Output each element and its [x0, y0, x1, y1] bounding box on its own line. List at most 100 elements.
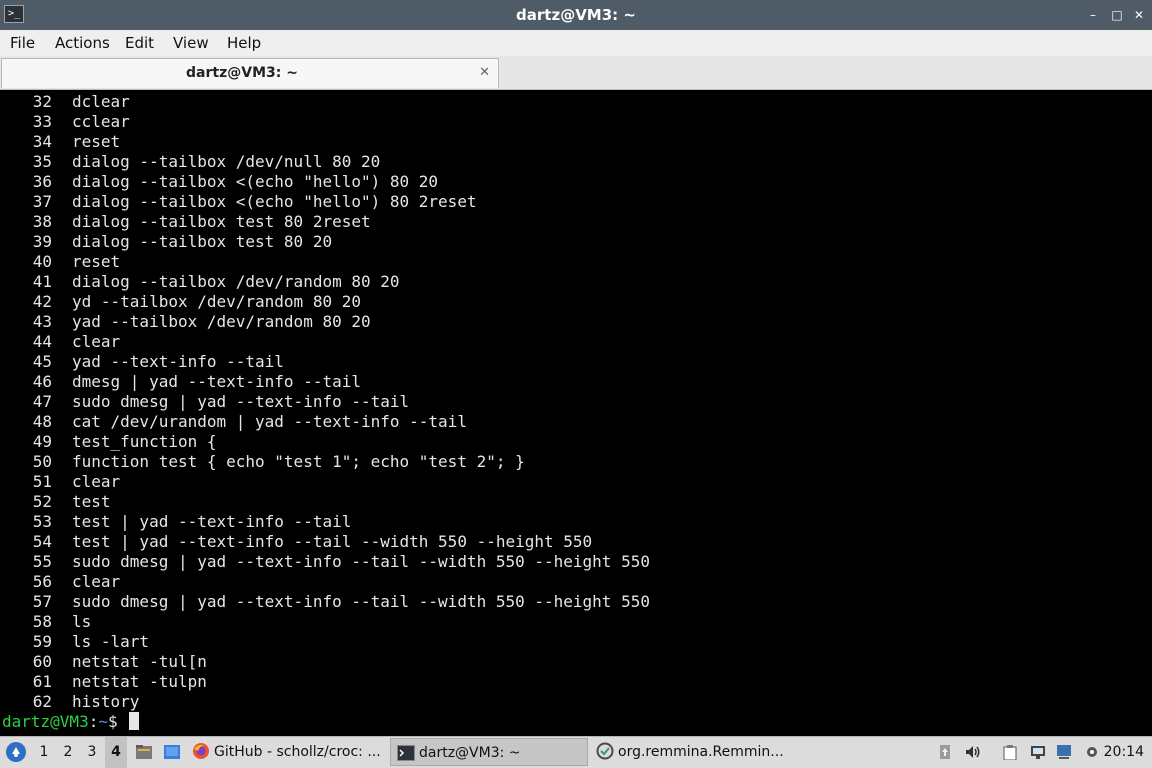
history-number: 53 — [32, 512, 52, 531]
clock[interactable]: 20:14 — [1104, 737, 1144, 768]
history-command: cclear — [72, 112, 130, 131]
history-line: 35 dialog --tailbox /dev/null 80 20 — [0, 152, 650, 172]
history-line: 42 yd --tailbox /dev/random 80 20 — [0, 292, 650, 312]
history-number: 45 — [32, 352, 52, 371]
history-command: clear — [72, 572, 121, 591]
history-number: 55 — [32, 552, 52, 571]
clipboard-icon[interactable] — [1002, 744, 1018, 761]
history-command: clear — [72, 472, 121, 491]
history-command: dialog --tailbox test 80 20 — [72, 232, 333, 251]
menu-actions[interactable]: Actions — [55, 30, 110, 56]
history-command: netstat -tul[n — [72, 652, 207, 671]
task-remmina-label: org.remmina.Remmin... — [618, 744, 784, 760]
network-icon[interactable] — [1030, 744, 1046, 760]
minimize-button[interactable]: – — [1082, 0, 1104, 30]
maximize-button[interactable]: □ — [1106, 0, 1128, 30]
terminal-output[interactable]: 32 dclear 33 cclear 34 reset 35 dialog --tailbo… — [0, 90, 1152, 736]
history-number: 54 — [32, 532, 52, 551]
history-command: dmesg | yad --text-info --tail — [72, 372, 361, 391]
workspace-1[interactable]: 1 — [33, 737, 55, 768]
history-line: 53 test | yad --text-info --tail — [0, 512, 650, 532]
prompt-separator: : — [88, 712, 99, 731]
task-remmina[interactable]: org.remmina.Remmin... — [596, 738, 796, 766]
history-number: 44 — [32, 332, 52, 351]
history-command: yd --tailbox /dev/random 80 20 — [72, 292, 361, 311]
history-line: 37 dialog --tailbox <(echo "hello") 80 2r… — [0, 192, 650, 212]
history-command: history — [72, 692, 140, 711]
history-line: 60 netstat -tul[n — [0, 652, 650, 672]
firefox-icon — [192, 742, 210, 760]
terminal-icon — [397, 745, 415, 763]
history-number: 47 — [32, 392, 52, 411]
history-line: 58 ls — [0, 612, 650, 632]
history-number: 50 — [32, 452, 52, 471]
history-line: 45 yad --text-info --tail — [0, 352, 650, 372]
power-icon[interactable] — [1084, 744, 1100, 760]
workspace-4[interactable]: 4 — [105, 737, 127, 768]
prompt-symbol: $ — [107, 712, 128, 731]
history-command: sudo dmesg | yad --text-info --tail — [72, 392, 410, 411]
history-command: test — [72, 492, 111, 511]
prompt-path: ~ — [98, 712, 108, 731]
history-number: 42 — [32, 292, 52, 311]
history-line: 54 test | yad --text-info --tail --width … — [0, 532, 650, 552]
history-line: 51 clear — [0, 472, 650, 492]
menu-file[interactable]: File — [10, 30, 35, 56]
notification-icon[interactable] — [1056, 744, 1072, 760]
history-number: 39 — [32, 232, 52, 251]
task-terminal-label: dartz@VM3: ~ — [419, 745, 521, 761]
menu-help[interactable]: Help — [227, 30, 261, 56]
command-prompt[interactable]: dartz@VM3:~$ — [2, 712, 140, 732]
history-line: 59 ls -lart — [0, 632, 650, 652]
history-command: clear — [72, 332, 121, 351]
tab-label: dartz@VM3: ~ — [186, 65, 298, 81]
history-line: 46 dmesg | yad --text-info --tail — [0, 372, 650, 392]
history-command: sudo dmesg | yad --text-info --tail --wi… — [72, 592, 650, 611]
history-command: ls -lart — [72, 632, 150, 651]
history-command: dclear — [72, 92, 130, 111]
history-number: 60 — [32, 652, 52, 671]
history-number: 52 — [32, 492, 52, 511]
workspace-2[interactable]: 2 — [57, 737, 79, 768]
task-firefox[interactable]: GitHub - schollz/croc: ... — [192, 738, 386, 766]
menu-bar: File Actions Edit View Help — [0, 30, 1152, 56]
close-window-button[interactable]: ✕ — [1128, 0, 1150, 30]
volume-icon[interactable] — [965, 744, 981, 760]
file-manager-icon[interactable] — [135, 743, 153, 761]
history-command: function test { echo "test 1"; echo "tes… — [72, 452, 525, 471]
history-number: 38 — [32, 212, 52, 231]
tab-close-icon[interactable]: ✕ — [479, 59, 490, 87]
task-terminal[interactable]: dartz@VM3: ~ — [390, 738, 588, 766]
start-menu-icon[interactable] — [6, 742, 26, 762]
history-number: 58 — [32, 612, 52, 631]
history-line: 52 test — [0, 492, 650, 512]
window-titlebar[interactable]: >_ dartz@VM3: ~ – □ ✕ — [0, 0, 1152, 30]
history-number: 34 — [32, 132, 52, 151]
history-line: 39 dialog --tailbox test 80 20 — [0, 232, 650, 252]
show-desktop-icon[interactable] — [163, 743, 181, 761]
task-firefox-label: GitHub - schollz/croc: ... — [214, 744, 381, 760]
history-command: dialog --tailbox <(echo "hello") 80 2res… — [72, 192, 477, 211]
history-number: 48 — [32, 412, 52, 431]
history-line: 33 cclear — [0, 112, 650, 132]
history-line: 38 dialog --tailbox test 80 2reset — [0, 212, 650, 232]
history-number: 40 — [32, 252, 52, 271]
history-line: 47 sudo dmesg | yad --text-info --tail — [0, 392, 650, 412]
history-line: 40 reset — [0, 252, 650, 272]
history-number: 57 — [32, 592, 52, 611]
history-number: 37 — [32, 192, 52, 211]
tab-terminal[interactable]: dartz@VM3: ~ ✕ — [1, 58, 499, 88]
prompt-user: dartz@VM3 — [2, 712, 89, 731]
menu-edit[interactable]: Edit — [125, 30, 154, 56]
history-number: 35 — [32, 152, 52, 171]
history-number: 56 — [32, 572, 52, 591]
menu-view[interactable]: View — [173, 30, 209, 56]
workspace-3[interactable]: 3 — [81, 737, 103, 768]
history-list: 32 dclear 33 cclear 34 reset 35 dialog --tailbo… — [0, 92, 650, 712]
history-line: 55 sudo dmesg | yad --text-info --tail --… — [0, 552, 650, 572]
remmina-icon — [596, 742, 614, 760]
history-command: netstat -tulpn — [72, 672, 207, 691]
window-title: dartz@VM3: ~ — [516, 6, 636, 24]
updates-icon[interactable] — [937, 744, 953, 760]
history-line: 56 clear — [0, 572, 650, 592]
